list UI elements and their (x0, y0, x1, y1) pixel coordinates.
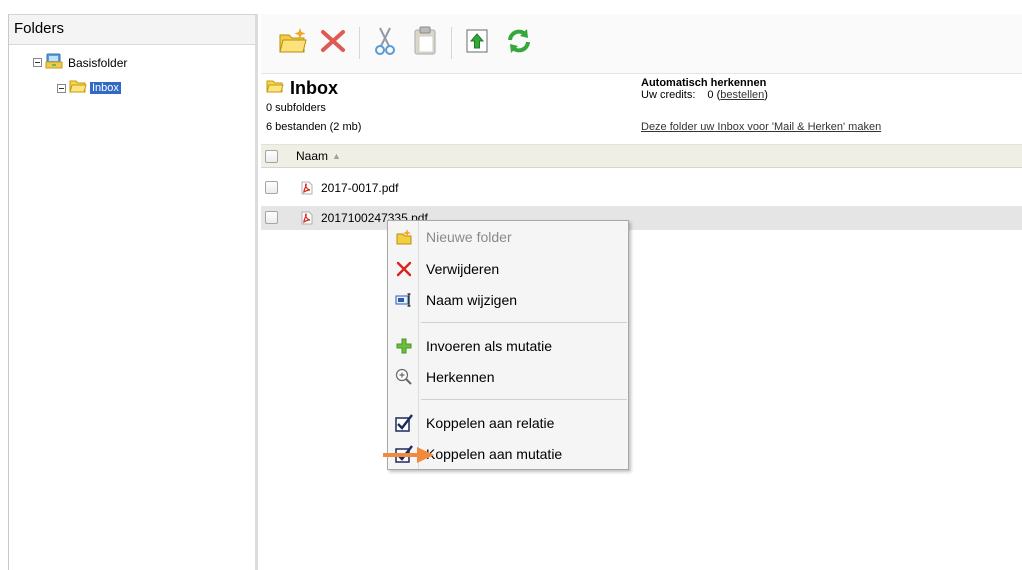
rename-icon (395, 291, 413, 309)
pdf-icon (301, 211, 313, 228)
upload-icon (464, 27, 490, 58)
delete-button[interactable] (315, 24, 351, 60)
network-folder-icon (45, 53, 63, 72)
context-menu: Nieuwe folder Verwijderen Naam wijzigen (387, 220, 629, 470)
auto-recognize-title: Automatisch herkennen (641, 77, 767, 89)
file-checkbox[interactable] (265, 211, 278, 224)
toolbar-separator (359, 27, 360, 59)
column-header-naam[interactable]: Naam ▲ (296, 149, 341, 163)
file-manager-window: Folders Basisfolder Inbox Inbox 0 subfol… (0, 0, 1022, 570)
menu-item-label: Herkennen (426, 369, 495, 385)
sort-ascending-icon: ▲ (332, 151, 341, 161)
menu-item-rename[interactable]: Naam wijzigen (388, 287, 628, 313)
folder-open-icon (69, 79, 87, 97)
folder-title-text: Inbox (290, 78, 338, 98)
make-inbox-link[interactable]: Deze folder uw Inbox voor 'Mail & Herken… (641, 121, 881, 133)
credits-close: ) (764, 89, 768, 101)
tree-item-basisfolder[interactable]: Basisfolder (33, 53, 129, 72)
file-name: 2017-0017.pdf (321, 181, 399, 195)
new-folder-icon (395, 228, 413, 246)
credits-line: Uw credits: 0 (bestellen) (641, 89, 768, 101)
delete-icon (395, 260, 413, 278)
menu-item-label: Koppelen aan mutatie (426, 446, 563, 462)
paste-icon (412, 26, 438, 59)
collapse-icon[interactable] (57, 83, 66, 93)
menu-item-new-folder[interactable]: Nieuwe folder (388, 224, 628, 250)
menu-item-label: Invoeren als mutatie (426, 338, 553, 354)
toolbar (261, 14, 1022, 74)
toolbar-separator (451, 27, 452, 59)
paste-button[interactable] (407, 24, 443, 60)
zoom-icon (395, 368, 413, 386)
content-pane: Inbox 0 subfolders 6 bestanden (2 mb) Au… (261, 14, 1022, 570)
folders-pane: Folders Basisfolder Inbox (8, 14, 258, 570)
credits-value: 0 ( (707, 89, 721, 101)
menu-item-label: Verwijderen (426, 261, 500, 277)
folder-open-icon (266, 78, 284, 99)
menu-item-label: Koppelen aan relatie (426, 415, 555, 431)
refresh-icon (505, 27, 533, 58)
menu-separator (421, 322, 627, 323)
menu-item-enter-as-mutation[interactable]: Invoeren als mutatie (388, 333, 628, 359)
file-count: 6 bestanden (2 mb) (266, 121, 362, 133)
cut-icon (371, 26, 399, 59)
plus-icon (395, 337, 413, 355)
file-row-selected[interactable]: 2017100247335.pdf (261, 206, 1022, 230)
folder-info-panel: Inbox 0 subfolders 6 bestanden (2 mb) Au… (261, 74, 1022, 144)
credits-label: Uw credits: (641, 89, 696, 101)
file-row[interactable]: 2017-0017.pdf (261, 176, 1022, 200)
select-all-checkbox[interactable] (265, 150, 278, 163)
pointer-arrow-icon (383, 447, 434, 463)
tree-item-inbox[interactable]: Inbox (57, 79, 121, 97)
folder-title: Inbox (266, 78, 338, 99)
folders-pane-title: Folders (9, 15, 255, 45)
checkbox-icon (395, 414, 413, 432)
collapse-icon[interactable] (33, 58, 42, 67)
menu-item-label: Nieuwe folder (426, 229, 512, 245)
delete-icon (319, 27, 347, 58)
file-checkbox[interactable] (265, 181, 278, 194)
menu-item-link-relation[interactable]: Koppelen aan relatie (388, 410, 628, 436)
menu-item-recognize[interactable]: Herkennen (388, 364, 628, 390)
cut-button[interactable] (367, 24, 403, 60)
upload-button[interactable] (459, 24, 495, 60)
file-list-header: Naam ▲ (261, 144, 1022, 168)
menu-separator (421, 399, 627, 400)
menu-item-delete[interactable]: Verwijderen (388, 256, 628, 282)
new-folder-button[interactable] (275, 24, 311, 60)
pdf-icon (301, 181, 313, 198)
subfolder-count: 0 subfolders (266, 102, 326, 114)
order-credits-link[interactable]: bestellen (720, 89, 764, 101)
tree-label-inbox: Inbox (90, 82, 121, 94)
menu-item-label: Naam wijzigen (426, 292, 518, 308)
tree-label-basisfolder: Basisfolder (68, 55, 128, 70)
refresh-button[interactable] (501, 24, 537, 60)
new-folder-icon (278, 27, 308, 58)
column-name-label: Naam (296, 149, 329, 163)
